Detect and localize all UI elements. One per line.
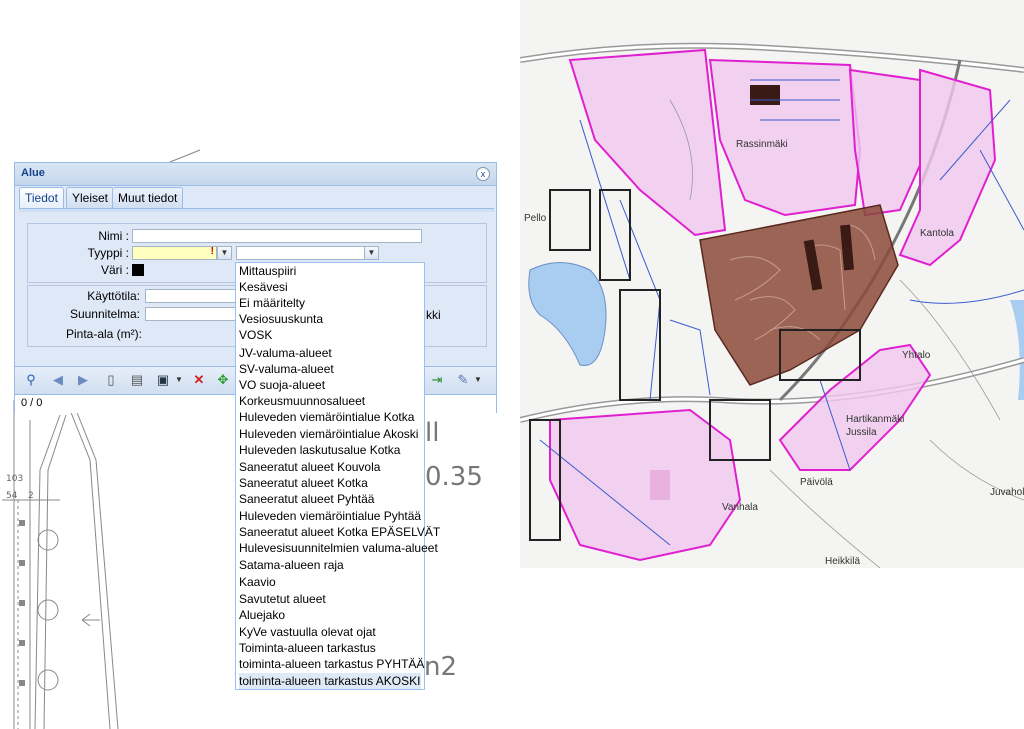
tools-menu-arrow-icon[interactable]: ▼	[470, 372, 486, 388]
warning-icon: !	[210, 246, 214, 257]
list-item[interactable]: Korkeusmuunnosalueet	[239, 393, 421, 409]
map-label-jussila: Jussila	[846, 427, 877, 438]
list-item[interactable]: Ei määritelty	[239, 295, 421, 311]
list-item[interactable]: Saneeratut alueet Pyhtää	[239, 491, 421, 507]
panel-header[interactable]: Alue x	[15, 163, 496, 186]
record-counter: 0 / 0	[21, 397, 43, 409]
subtype-combo-input[interactable]	[236, 246, 366, 260]
export-icon[interactable]: ⇥	[429, 372, 445, 388]
tab-strip-divider	[19, 208, 494, 212]
list-item[interactable]: Savutetut alueet	[239, 591, 421, 607]
cad-text-54: 54	[6, 491, 18, 501]
list-item[interactable]: Kaavio	[239, 574, 421, 590]
move-icon[interactable]: ✥	[215, 372, 231, 388]
cad-text-dimension: 0.35	[425, 462, 483, 492]
delete-icon[interactable]: ✕	[191, 372, 207, 388]
tyyppi-dropdown-trigger[interactable]: ▼	[217, 246, 232, 260]
kayttotila-input[interactable]	[145, 289, 237, 303]
prev-icon[interactable]: ◀	[50, 372, 66, 388]
cad-text-2: 2	[28, 491, 34, 501]
save-menu-arrow-icon[interactable]: ▼	[171, 372, 187, 388]
list-item-selected[interactable]: toiminta-alueen tarkastus AKOSKI	[239, 673, 421, 689]
vari-label: Väri :	[100, 263, 129, 277]
map-label-pello: Pello	[524, 213, 547, 224]
list-item[interactable]: Saneeratut alueet Kotka EPÄSELVÄT	[239, 524, 440, 540]
kayttotila-label: Käyttötila:	[87, 289, 140, 303]
list-item[interactable]: Satama-alueen raja	[239, 557, 421, 573]
list-item[interactable]: Huleveden viemäröintialue Pyhtää	[239, 508, 421, 524]
cad-text-ll: ll	[425, 418, 440, 448]
panel-title: Alue	[21, 167, 45, 179]
suunnitelma-input[interactable]	[145, 307, 237, 321]
map-label-kantola: Kantola	[920, 228, 954, 239]
list-item[interactable]: toiminta-alueen tarkastus PYHTÄÄ	[239, 656, 424, 672]
list-item[interactable]: Huleveden laskutusalue Kotka	[239, 442, 421, 458]
tab-muut-tiedot[interactable]: Muut tiedot	[112, 187, 184, 209]
list-item[interactable]: Aluejako	[239, 607, 421, 623]
map-label-paivola: Päivölä	[800, 477, 833, 488]
cad-text-area-unit: n2	[424, 652, 458, 682]
save-icon[interactable]: ▣	[155, 372, 171, 388]
close-icon[interactable]: x	[476, 167, 490, 181]
tyyppi-combo-input[interactable]: !	[132, 246, 217, 260]
list-item[interactable]: Saneeratut alueet Kotka	[239, 475, 421, 491]
cad-text-103: 103	[6, 474, 24, 484]
map-label-yhtalo: Yhtalo	[902, 350, 931, 361]
tools-icon[interactable]: ✎	[455, 372, 471, 388]
suunnitelma-label: Suunnitelma:	[69, 307, 140, 321]
search-icon[interactable]: ⚲	[23, 372, 39, 388]
nimi-label: Nimi :	[98, 229, 129, 243]
list-item[interactable]: KyVe vastuulla olevat ojat	[239, 624, 421, 640]
new-document-icon[interactable]: ▯	[103, 372, 119, 388]
map-label-heikkila: Heikkilä	[825, 556, 861, 567]
list-item[interactable]: Mittauspiiri	[239, 263, 421, 279]
type-dropdown-list[interactable]: Mittauspiiri Kesävesi Ei määritelty Vesi…	[235, 262, 440, 690]
table-icon[interactable]: ▤	[129, 372, 145, 388]
map-view[interactable]: Rassinmäki Kantola Yhtalo Hartikanmäki J…	[520, 0, 1024, 568]
list-item[interactable]: JV-valuma-alueet	[239, 345, 421, 361]
next-icon[interactable]: ▶	[75, 372, 91, 388]
subtype-dropdown-trigger[interactable]: ▼	[364, 246, 379, 260]
pinta-ala-label: Pinta-ala (m²):	[65, 327, 142, 341]
list-item[interactable]: Vesiosuuskunta	[239, 311, 421, 327]
map-label-vanhala: Vanhala	[722, 502, 758, 513]
tab-tiedot[interactable]: Tiedot	[19, 187, 64, 209]
map-label-hartikanmaki: Hartikanmäki	[846, 414, 905, 425]
list-item[interactable]: SV-valuma-alueet	[239, 361, 421, 377]
list-item[interactable]: Kesävesi	[239, 279, 421, 295]
list-item[interactable]: Toiminta-alueen tarkastus	[239, 640, 421, 656]
list-item[interactable]: VOSK	[239, 327, 421, 343]
color-swatch[interactable]	[132, 264, 144, 276]
list-item[interactable]: Hulevesisuunnitelmien valuma-alueet	[239, 540, 438, 556]
list-item[interactable]: Huleveden viemäröintialue Akoski	[239, 426, 421, 442]
tab-yleiset[interactable]: Yleiset	[66, 187, 115, 209]
list-item[interactable]: Huleveden viemäröintialue Kotka	[239, 409, 421, 425]
list-item[interactable]: VO suoja-alueet	[239, 377, 421, 393]
map-label-juvahol: Juvahol	[990, 487, 1024, 498]
tyyppi-label: Tyyppi :	[87, 246, 129, 260]
suunnitelma-suffix: kki	[426, 308, 441, 322]
map-label-rassinmaki: Rassinmäki	[736, 139, 788, 150]
map-canvas	[520, 0, 1024, 568]
list-item[interactable]: Saneeratut alueet Kouvola	[239, 459, 421, 475]
nimi-input[interactable]	[132, 229, 422, 243]
